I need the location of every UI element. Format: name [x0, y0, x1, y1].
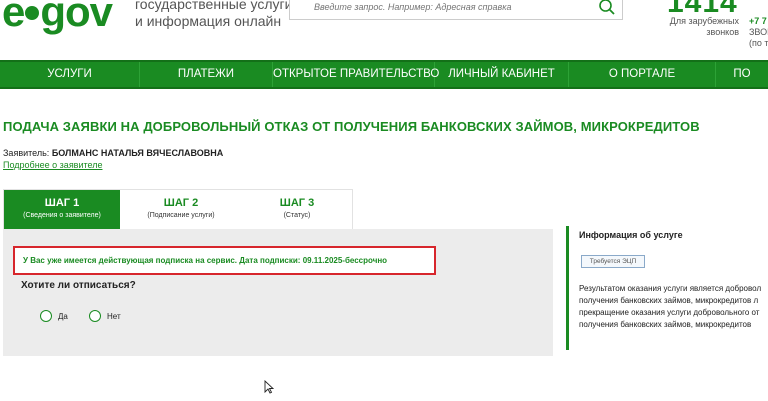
applicant-details-link[interactable]: Подробнее о заявителе — [3, 160, 102, 170]
step-3[interactable]: ШАГ 3 (Статус) — [240, 190, 354, 230]
step-2[interactable]: ШАГ 2 (Подписание услуги) — [122, 190, 240, 230]
page-title: ПОДАЧА ЗАЯВКИ НА ДОБРОВОЛЬНЫЙ ОТКАЗ ОТ П… — [3, 119, 700, 134]
radio-yes-label: Да — [58, 311, 68, 321]
step-1-number: ШАГ 1 — [44, 197, 80, 209]
logo-dot-icon — [25, 6, 40, 20]
step-2-caption: (Подписание услуги) — [147, 212, 215, 219]
radio-circle-icon[interactable] — [40, 310, 52, 322]
subscription-alert-text: У Вас уже имеется действующая подписка н… — [23, 256, 388, 265]
service-info-line: получения банковских займов, микрокредит… — [579, 320, 752, 329]
step-3-caption: (Статус) — [283, 212, 311, 219]
steps-bar: ШАГ 1 (Сведения о заявителе) ШАГ 2 (Подп… — [3, 189, 354, 239]
foreign-phone-line2: ЗВОН — [749, 27, 768, 37]
nav-item-payments[interactable]: ПЛАТЕЖИ — [140, 62, 273, 87]
service-info-title: Информация об услуге — [579, 230, 683, 240]
main-nav: УСЛУГИ ПЛАТЕЖИ ОТКРЫТОЕ ПРАВИТЕЛЬСТВО ЛИ… — [0, 60, 768, 89]
tagline: государственные услуги и информация онла… — [135, 0, 292, 30]
radio-circle-icon[interactable] — [89, 310, 101, 322]
page: e gov государственные услуги и информация… — [0, 0, 768, 401]
radio-no[interactable]: Нет — [89, 310, 121, 322]
step-2-number: ШАГ 2 — [163, 197, 199, 209]
foreign-phone: +7 7 ЗВОН (по т — [749, 16, 768, 49]
foreign-phone-number[interactable]: +7 7 — [749, 16, 767, 26]
nav-item-services[interactable]: УСЛУГИ — [0, 62, 140, 87]
mouse-cursor-icon — [264, 380, 274, 394]
service-info-line: получения банковских займов, микрокредит… — [579, 296, 759, 305]
service-info-line: Результатом оказания услуги является доб… — [579, 284, 762, 293]
applicant-info: Заявитель: БОЛМАНС НАТАЛЬЯ ВЯЧЕСЛАВОВНА — [3, 148, 223, 158]
applicant-name: БОЛМАНС НАТАЛЬЯ ВЯЧЕСЛАВОВНА — [51, 148, 224, 158]
hotline-note-line2: звонков — [706, 27, 739, 37]
hotline-note: Для зарубежных звонков — [669, 16, 739, 38]
step-1[interactable]: ШАГ 1 (Сведения о заявителе) — [4, 190, 120, 239]
unsubscribe-question: Хотите ли отписаться? — [21, 280, 136, 291]
nav-item-more[interactable]: ПО — [716, 62, 768, 87]
applicant-label: Заявитель: — [3, 148, 50, 158]
tagline-line1: государственные услуги — [135, 0, 293, 12]
form-panel: У Вас уже имеется действующая подписка н… — [3, 229, 553, 356]
nav-item-cabinet[interactable]: ЛИЧНЫЙ КАБИНЕТ — [435, 62, 569, 87]
radio-yes[interactable]: Да — [40, 310, 68, 322]
radio-no-label: Нет — [107, 311, 121, 321]
logo-gov: gov — [40, 0, 113, 35]
step-1-caption: (Сведения о заявителе) — [23, 212, 101, 219]
hotline-note-line1: Для зарубежных — [669, 16, 739, 26]
step-3-number: ШАГ 3 — [279, 197, 315, 209]
search-input[interactable] — [290, 0, 590, 18]
logo-e: e — [2, 0, 25, 35]
tagline-line2: и информация онлайн — [135, 13, 282, 29]
nav-item-about[interactable]: О ПОРТАЛЕ — [569, 62, 716, 87]
service-info-sidebar: Информация об услуге Требуется ЭЦП Резул… — [566, 226, 768, 350]
header: e gov государственные услуги и информация… — [0, 0, 768, 60]
search-icon[interactable] — [598, 0, 616, 16]
search-box — [289, 0, 623, 20]
foreign-phone-line3: (по т — [749, 38, 768, 48]
service-info-line: прекращение оказания услуги добровольног… — [579, 308, 760, 317]
nav-item-open-government[interactable]: ОТКРЫТОЕ ПРАВИТЕЛЬСТВО — [273, 62, 439, 87]
eds-required-badge: Требуется ЭЦП — [581, 255, 645, 268]
service-info-description: Результатом оказания услуги является доб… — [579, 283, 768, 331]
egov-logo[interactable]: e gov — [2, 0, 113, 36]
subscription-alert: У Вас уже имеется действующая подписка н… — [13, 246, 436, 275]
